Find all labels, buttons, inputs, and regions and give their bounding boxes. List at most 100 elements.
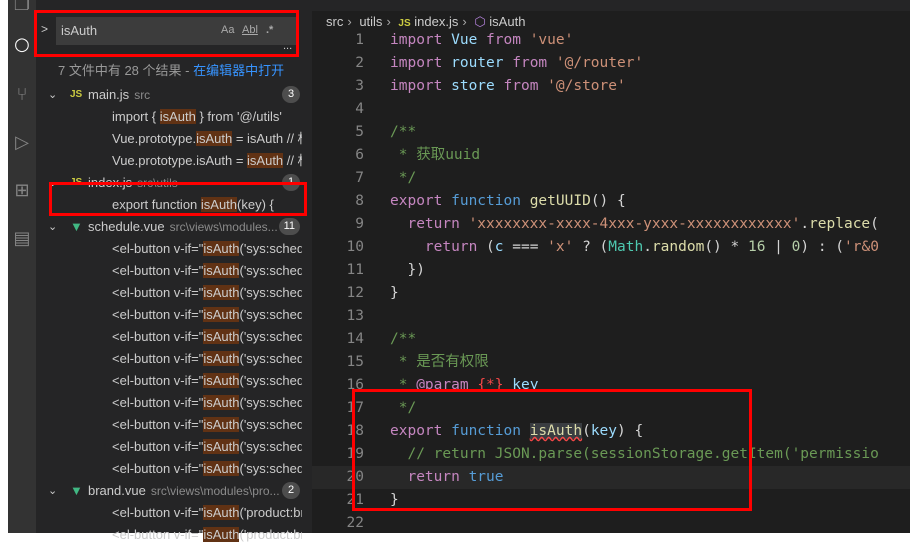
search-sidebar: > Aa Abl .* ... 7 文件中有 28 个结果 - 在编辑器中打开 … <box>36 0 312 542</box>
search-input[interactable] <box>61 23 221 38</box>
search-icon[interactable]: ○ <box>8 34 36 55</box>
remote-explorer-icon[interactable]: ▤ <box>8 228 36 249</box>
result-match[interactable]: <el-button v-if="isAuth('sys:schedule:d.… <box>74 260 302 282</box>
result-file-schedule-vue[interactable]: ⌄ ▼ schedule.vue src\views\modules... 11 <box>36 216 312 238</box>
code-line-9[interactable]: 9 return 'xxxxxxxx-xxxx-4xxx-yxxx-xxxxxx… <box>312 213 910 236</box>
result-file-main-js[interactable]: ⌄ JS main.js src 3 <box>36 84 312 106</box>
code-line-20[interactable]: 20 return true <box>312 466 910 489</box>
code-token: export <box>390 193 443 209</box>
result-match[interactable]: Vue.prototype.isAuth = isAuth // 权... <box>74 128 302 150</box>
extensions-icon[interactable]: ⊞ <box>8 180 36 201</box>
breadcrumb-utils[interactable]: utils <box>359 14 382 29</box>
code-token: import <box>390 55 443 71</box>
match-prefix: <el-button v-if=" <box>112 527 204 542</box>
result-match[interactable]: <el-button v-if="isAuth('sys:schedule:u.… <box>74 370 302 392</box>
result-match[interactable]: <el-button v-if="isAuth('product:brand:.… <box>74 524 302 546</box>
match-prefix: <el-button v-if=" <box>112 351 204 366</box>
code-token: @param <box>416 377 469 393</box>
breadcrumb-file[interactable]: index.js <box>414 14 458 29</box>
code-line-8[interactable]: 8 export function getUUID() { <box>312 190 910 213</box>
code-token: */ <box>390 170 417 186</box>
code-token: */ <box>390 400 417 416</box>
code-line-19[interactable]: 19 // return JSON.parse(sessionStorage.g… <box>312 443 910 466</box>
source-control-icon[interactable]: ⑂ <box>8 84 36 105</box>
code-line-2[interactable]: 2 import router from '@/router' <box>312 52 910 75</box>
code-token: return <box>390 216 469 232</box>
breadcrumb-symbol[interactable]: isAuth <box>489 14 525 29</box>
line-number: 12 <box>346 285 364 301</box>
code-token: * 是否有权限 <box>390 354 489 370</box>
explorer-icon[interactable]: ❐ <box>8 0 36 15</box>
result-match[interactable]: <el-button v-if="isAuth('sys:schedule:lo… <box>74 348 302 370</box>
search-box: Aa Abl .* <box>56 17 299 45</box>
line-number: 5 <box>355 124 364 140</box>
run-debug-icon[interactable]: ▷ <box>8 132 36 153</box>
result-match[interactable]: <el-button v-if="isAuth('sys:schedule:ru… <box>74 326 302 348</box>
match-count-badge: 3 <box>282 86 300 103</box>
result-match[interactable]: <el-button v-if="isAuth('sys:schedule:re… <box>74 304 302 326</box>
code-token: return <box>390 469 469 485</box>
chevron-down-icon[interactable]: ⌄ <box>48 172 57 194</box>
result-match[interactable]: import { isAuth } from '@/utils' <box>74 106 302 128</box>
match-suffix: (key) { <box>237 197 274 212</box>
code-token: === <box>503 239 548 255</box>
match-suffix: ('sys:schedule:ru... <box>239 329 302 344</box>
code-line-14[interactable]: 14 /** <box>312 328 910 351</box>
toggle-search-details-button[interactable]: ... <box>283 40 292 52</box>
match-whole-word-button[interactable]: Abl <box>242 24 258 36</box>
line-number: 20 <box>346 469 364 485</box>
match-highlight: isAuth <box>203 241 240 256</box>
result-match[interactable]: <el-button v-if="isAuth('sys:schedule:d.… <box>74 392 302 414</box>
code-token: 'xxxxxxxx-xxxx-4xxx-yxxx-xxxxxxxxxxxx' <box>468 216 801 232</box>
code-line-16[interactable]: 16 * @param {*} key <box>312 374 910 397</box>
code-line-13[interactable]: 13 <box>312 305 910 328</box>
match-case-button[interactable]: Aa <box>221 24 234 36</box>
match-prefix: export function <box>112 197 201 212</box>
code-token: store <box>442 78 504 94</box>
code-line-22[interactable]: 22 <box>312 512 910 533</box>
code-line-6[interactable]: 6 * 获取uuid <box>312 144 910 167</box>
code-line-4[interactable]: 4 <box>312 98 910 121</box>
code-line-12[interactable]: 12} <box>312 282 910 305</box>
result-file-brand-vue[interactable]: ⌄ ▼ brand.vue src\views\modules\pro... 2 <box>36 480 312 502</box>
match-prefix: <el-button v-if=" <box>112 263 204 278</box>
result-match[interactable]: <el-button v-if="isAuth('sys:schedule:sa… <box>74 238 302 260</box>
result-match[interactable]: <el-button v-if="isAuth('sys:schedule:p.… <box>74 414 302 436</box>
chevron-down-icon[interactable]: ⌄ <box>48 480 57 502</box>
code-line-3[interactable]: 3 import store from '@/store' <box>312 75 910 98</box>
code-line-17[interactable]: 17 */ <box>312 397 910 420</box>
code-line-7[interactable]: 7 */ <box>312 167 910 190</box>
result-match[interactable]: Vue.prototype.isAuth = isAuth // 权... <box>74 150 302 172</box>
match-suffix: ('product:brand:... <box>239 527 302 542</box>
code-line-21[interactable]: 21} <box>312 489 910 512</box>
chevron-down-icon[interactable]: ⌄ <box>48 216 57 238</box>
match-highlight: isAuth <box>200 197 238 212</box>
result-match[interactable]: <el-button v-if="isAuth('sys:schedule:ru… <box>74 458 302 480</box>
match-highlight: isAuth <box>203 395 240 410</box>
code-line-18[interactable]: 18 export function isAuth(key) { <box>312 420 910 443</box>
open-in-editor-link[interactable]: 在编辑器中打开 <box>193 63 284 78</box>
toggle-replace-chevron-icon[interactable]: > <box>41 22 48 36</box>
file-path: src\views\modules... <box>169 220 278 234</box>
code-line-11[interactable]: 11 }) <box>312 259 910 282</box>
result-match[interactable]: export function isAuth(key) { <box>74 194 302 216</box>
result-match[interactable]: <el-button v-if="isAuth('sys:schedule:p.… <box>74 282 302 304</box>
match-suffix: ('sys:schedule:ru... <box>239 461 302 476</box>
code-line-15[interactable]: 15 * 是否有权限 <box>312 351 910 374</box>
result-file-index-js[interactable]: ⌄ JS index.js src\utils 1 <box>36 172 312 194</box>
match-highlight: isAuth <box>203 373 240 388</box>
match-prefix: <el-button v-if=" <box>112 417 204 432</box>
match-suffix: ('sys:schedule:d... <box>239 263 302 278</box>
match-suffix: } from '@/utils' <box>195 109 282 124</box>
code-line-5[interactable]: 5 /** <box>312 121 910 144</box>
chevron-down-icon[interactable]: ⌄ <box>48 84 57 106</box>
result-match[interactable]: <el-button v-if="isAuth('product:brand:.… <box>74 502 302 524</box>
use-regex-button[interactable]: .* <box>266 24 273 36</box>
result-match[interactable]: <el-button v-if="isAuth('sys:schedule:re… <box>74 436 302 458</box>
code-token: 16 <box>747 239 766 255</box>
code-area[interactable]: 1 import Vue from 'vue' 2 import router fro… <box>312 29 910 533</box>
match-highlight: isAuth <box>203 329 240 344</box>
code-line-10[interactable]: 10 return (c === 'x' ? (Math.random() * … <box>312 236 910 259</box>
breadcrumb-src[interactable]: src <box>326 14 343 29</box>
match-suffix: ('sys:schedule:p... <box>239 285 302 300</box>
